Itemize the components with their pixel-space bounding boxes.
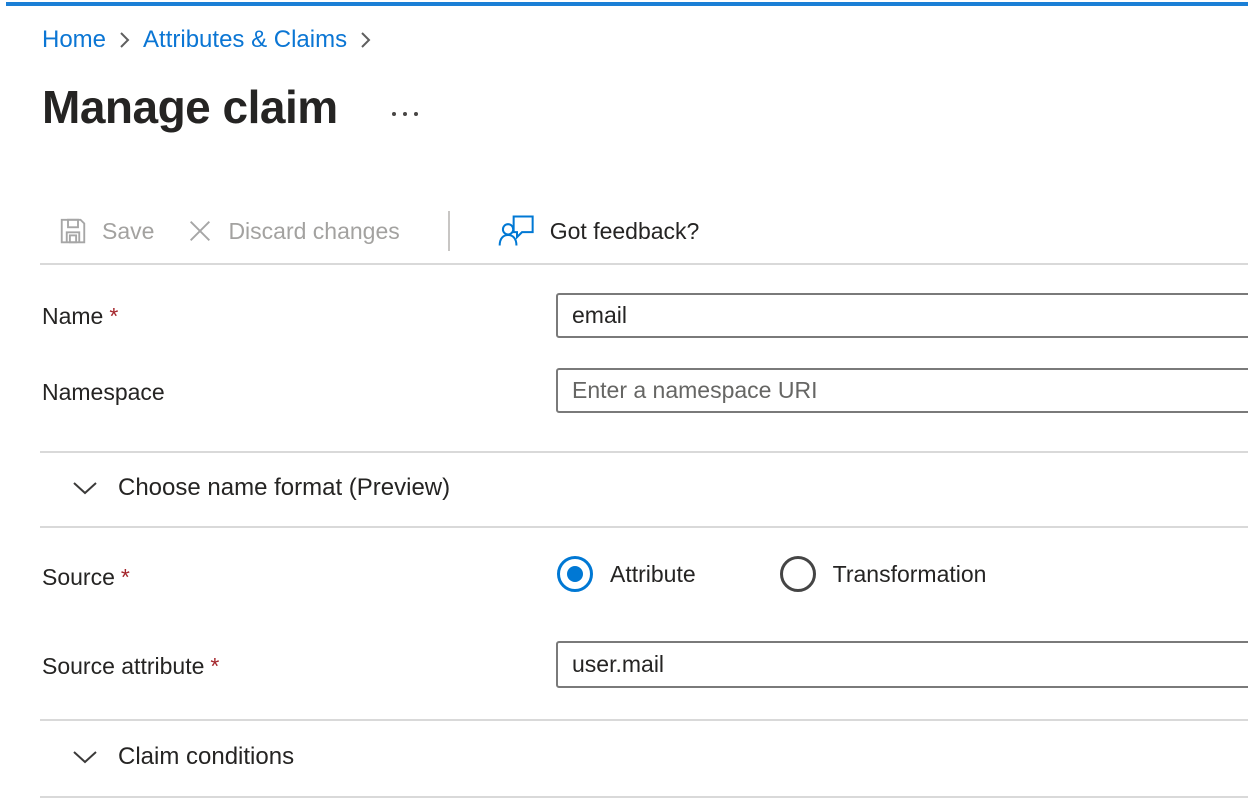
page-title: Manage claim <box>42 80 338 134</box>
got-feedback-label: Got feedback? <box>550 218 700 245</box>
attribute-radio-label: Attribute <box>610 561 696 588</box>
chevron-down-icon <box>72 480 98 496</box>
required-asterisk: * <box>210 653 219 679</box>
chevron-down-icon <box>72 749 98 765</box>
name-input[interactable] <box>556 293 1248 338</box>
divider <box>40 719 1248 721</box>
toolbar-divider <box>40 263 1248 265</box>
source-option-transformation[interactable]: Transformation <box>780 556 987 592</box>
source-radio-group: Attribute Transformation <box>557 556 986 592</box>
close-icon <box>186 217 214 245</box>
discard-changes-label: Discard changes <box>228 218 399 245</box>
save-icon <box>58 216 88 246</box>
command-bar: Save Discard changes Got feedback? <box>58 208 699 254</box>
source-label: Source* <box>42 564 130 591</box>
namespace-label: Namespace <box>42 379 165 406</box>
chevron-right-icon <box>118 29 131 51</box>
more-options-icon[interactable] <box>388 106 422 122</box>
required-asterisk: * <box>109 303 118 329</box>
divider <box>40 451 1248 453</box>
namespace-input[interactable] <box>556 368 1248 413</box>
name-format-section-title: Choose name format (Preview) <box>118 474 450 502</box>
claim-conditions-section-title: Claim conditions <box>118 743 294 771</box>
claim-conditions-section-toggle[interactable]: Claim conditions <box>72 743 294 771</box>
breadcrumb: Home Attributes & Claims <box>42 26 372 54</box>
toolbar-separator <box>448 211 450 251</box>
radio-selected-icon <box>557 556 593 592</box>
radio-unselected-icon <box>780 556 816 592</box>
transformation-radio-label: Transformation <box>833 561 987 588</box>
source-attribute-input[interactable] <box>556 641 1248 688</box>
save-button[interactable]: Save <box>58 216 154 246</box>
name-format-section-toggle[interactable]: Choose name format (Preview) <box>72 474 450 502</box>
source-attribute-label: Source attribute* <box>42 653 219 680</box>
feedback-person-icon <box>498 213 536 249</box>
chevron-right-icon <box>359 29 372 51</box>
save-label: Save <box>102 218 154 245</box>
divider <box>40 526 1248 528</box>
required-asterisk: * <box>121 564 130 590</box>
divider <box>40 796 1248 798</box>
got-feedback-button[interactable]: Got feedback? <box>498 213 700 249</box>
discard-changes-button[interactable]: Discard changes <box>186 217 399 245</box>
source-option-attribute[interactable]: Attribute <box>557 556 696 592</box>
breadcrumb-attributes-claims-link[interactable]: Attributes & Claims <box>143 26 347 54</box>
name-label: Name* <box>42 303 118 330</box>
top-accent-bar <box>6 2 1248 6</box>
breadcrumb-home-link[interactable]: Home <box>42 26 106 54</box>
